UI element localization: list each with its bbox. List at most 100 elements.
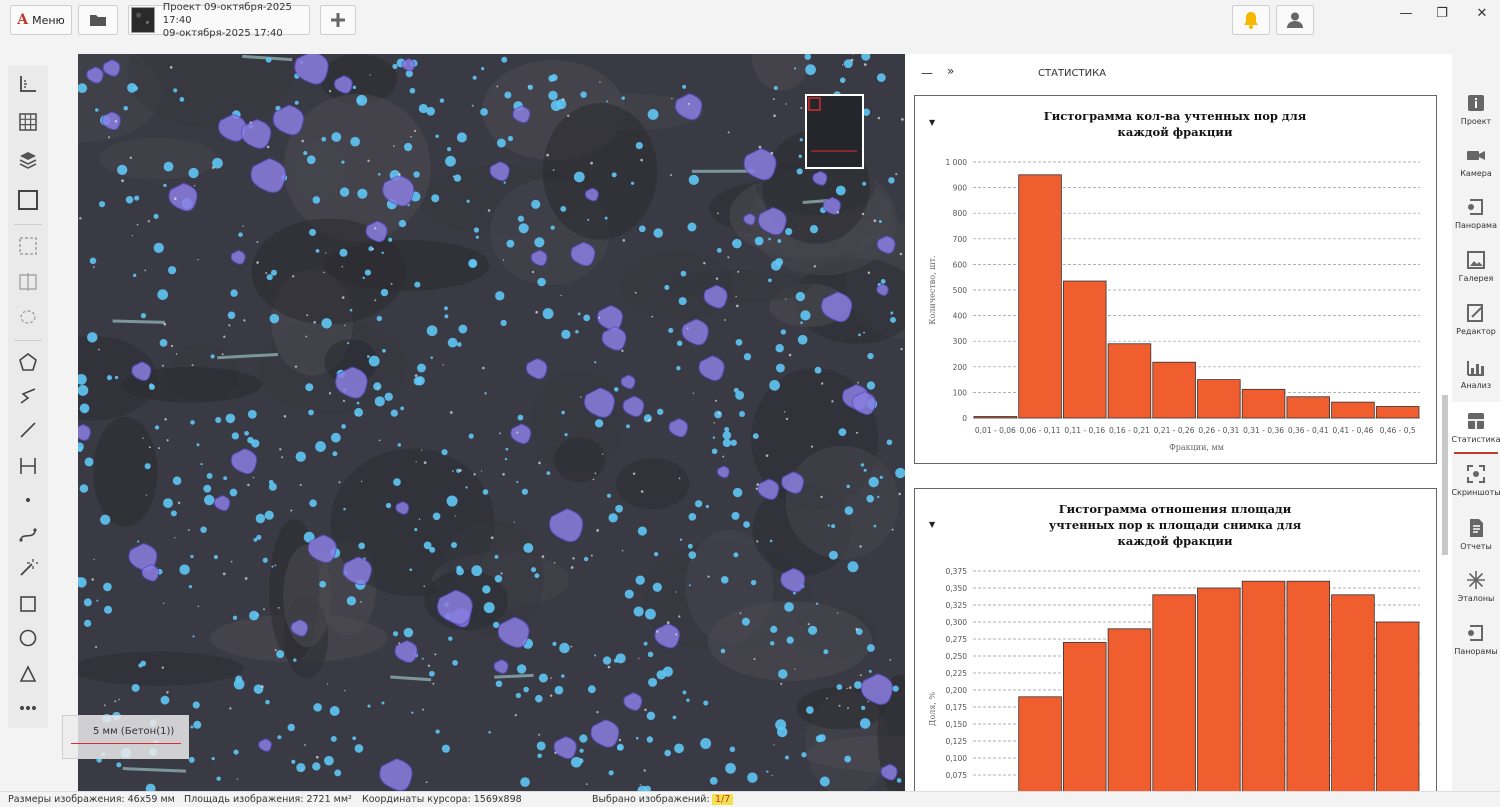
layers-icon: [19, 152, 37, 169]
bar: [1107, 628, 1152, 791]
y-tick-label: 0,350: [946, 584, 968, 593]
nav-item-table[interactable]: Статистика: [1452, 402, 1500, 454]
stats-title: СТАТИСТИКА: [1038, 68, 1107, 79]
y-tick-label: 500: [953, 286, 968, 295]
notifications-button[interactable]: [1232, 5, 1270, 35]
menu-button[interactable]: A Меню: [10, 5, 72, 35]
bar: [1286, 580, 1330, 791]
area-ratio-histogram-chart: 0,075 0,100 0,125 0,150 0,175 0,200 0,225 0,250…: [928, 567, 1420, 791]
y-tick-label: 0,275: [946, 635, 968, 644]
y-tick-label: 0,225: [946, 669, 968, 678]
nav-item-label: Скриншоты: [1451, 488, 1500, 497]
project-title: Проект 09-октября-2025 17:40: [162, 1, 292, 26]
selected-images-label: Выбрано изображений:: [592, 794, 710, 805]
project-subtitle: 09-октября-2025 17:40: [162, 27, 283, 39]
bar: [1018, 696, 1062, 791]
close-window-button[interactable]: ✕: [1462, 3, 1500, 23]
panoramas-icon: [1465, 622, 1487, 644]
rectangle-tool[interactable]: [12, 588, 44, 620]
nav-item-analysis[interactable]: Анализ: [1452, 348, 1500, 400]
minimap[interactable]: [805, 94, 864, 169]
ruler-tool[interactable]: [12, 68, 44, 100]
rectangle-icon: [20, 596, 36, 612]
scale-bar: 5 мм (Бетон(1)): [62, 715, 189, 759]
nav-item-gallery[interactable]: Галерея: [1452, 241, 1500, 293]
toolbar-divider: [14, 340, 42, 341]
image-area-status: Площадь изображения: 2721 мм²: [184, 794, 352, 805]
nav-item-label: Анализ: [1460, 381, 1492, 390]
dashed-select-tool[interactable]: [12, 230, 44, 262]
x-tick-label: 0,46 - 0,5: [1380, 426, 1416, 435]
nav-item-editor[interactable]: Редактор: [1452, 294, 1500, 346]
right-navigation: Проект Камера Панорама Галерея Редактор Анали…: [1451, 54, 1500, 791]
triangle-icon: [19, 665, 37, 682]
maximize-icon: ❐: [1436, 5, 1448, 21]
maximize-window-button[interactable]: ❐: [1422, 3, 1462, 23]
project-tab[interactable]: Проект 09-октября-2025 17:40 09-октября-…: [128, 2, 310, 39]
split-tool[interactable]: [12, 266, 44, 298]
nav-item-panorama[interactable]: Панорама: [1452, 188, 1500, 240]
grid-icon: [19, 113, 37, 131]
user-profile-button[interactable]: [1276, 5, 1314, 35]
analysis-icon: [1465, 356, 1487, 378]
grid-tool[interactable]: [12, 106, 44, 138]
stats-header: — » СТАТИСТИКА: [905, 54, 1452, 92]
y-tick-label: 900: [953, 184, 968, 193]
y-tick-label: 0: [962, 414, 967, 423]
image-viewport[interactable]: [78, 54, 905, 791]
ruler-icon: [20, 76, 36, 92]
y-tick-label: 0,075: [946, 771, 968, 780]
polygon-tool[interactable]: [12, 346, 44, 378]
expand-panel-icon[interactable]: »: [947, 64, 954, 78]
line-tool[interactable]: [12, 414, 44, 446]
point-tool[interactable]: [12, 484, 44, 516]
caliper-tool[interactable]: [12, 450, 44, 482]
x-tick-label: 0,41 - 0,46: [1333, 426, 1374, 435]
circle-tool[interactable]: [12, 622, 44, 654]
y-tick-label: 400: [953, 312, 968, 321]
status-bar: Размеры изображения: 46x59 мм Площадь из…: [0, 791, 1500, 807]
nav-item-screenshot[interactable]: Скриншоты: [1451, 455, 1500, 507]
magic-wand-tool[interactable]: [12, 552, 44, 584]
nav-item-label: Редактор: [1456, 327, 1496, 336]
bell-icon: [1244, 12, 1258, 29]
x-tick-label: 0,26 - 0,31: [1198, 426, 1239, 435]
y-tick-label: 0,100: [946, 754, 968, 763]
left-toolbar: [8, 66, 48, 728]
bar: [1197, 379, 1241, 419]
table-icon: [1465, 410, 1487, 432]
split-icon: [19, 273, 37, 291]
plus-icon: [331, 13, 345, 27]
layers-tool[interactable]: [12, 144, 44, 176]
collapse-panel-icon[interactable]: —: [921, 66, 933, 80]
lasso-tool[interactable]: [12, 302, 44, 334]
more-icon: [20, 706, 36, 710]
x-tick-label: 0,01 - 0,06: [975, 426, 1016, 435]
nav-item-report[interactable]: Отчеты: [1452, 509, 1500, 561]
panel-scrollbar[interactable]: [1442, 395, 1448, 555]
curve-tool[interactable]: [12, 518, 44, 550]
more-tools[interactable]: [12, 692, 44, 724]
screenshot-icon: [1465, 463, 1487, 485]
nav-item-panoramas[interactable]: Панорамы: [1452, 614, 1500, 666]
bar: [1152, 361, 1196, 419]
square-tool[interactable]: [12, 184, 44, 216]
nav-item-standards[interactable]: Эталоны: [1452, 561, 1500, 613]
x-tick-label: 0,21 - 0,26: [1154, 426, 1195, 435]
open-folder-button[interactable]: [78, 5, 118, 35]
polyline-tool[interactable]: [12, 380, 44, 412]
scale-line: [71, 743, 181, 744]
editor-icon: [1465, 302, 1487, 324]
curve-icon: [19, 528, 37, 542]
y-tick-label: 600: [953, 260, 968, 269]
minimap-image: [807, 96, 862, 167]
minimize-window-button[interactable]: —: [1386, 3, 1426, 23]
bar: [1375, 621, 1420, 791]
bar: [1062, 280, 1107, 419]
micrograph-image: [78, 54, 905, 791]
add-project-button[interactable]: [320, 5, 356, 35]
triangle-tool[interactable]: [12, 658, 44, 690]
nav-item-camera[interactable]: Камера: [1452, 136, 1500, 188]
nav-item-info[interactable]: Проект: [1452, 84, 1500, 136]
bar: [1018, 174, 1062, 419]
